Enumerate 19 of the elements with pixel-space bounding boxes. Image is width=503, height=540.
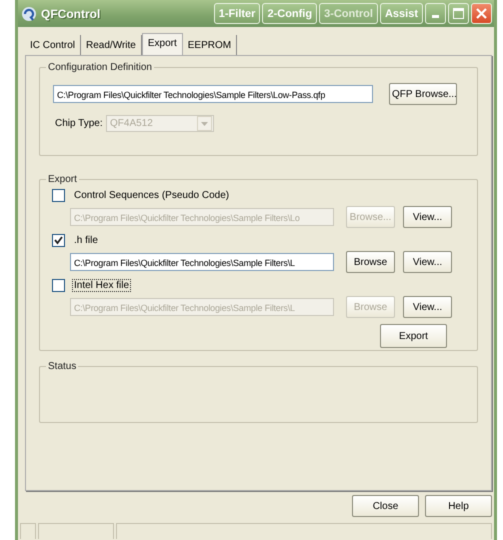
group-title: Status [47, 361, 78, 372]
field-label: Chip Type: [55, 118, 104, 129]
tab[interactable]: Export [142, 33, 183, 55]
group-title: Configuration Definition [47, 62, 153, 73]
browse-button[interactable]: QFP Browse... [389, 83, 457, 105]
group-title: Export [47, 174, 78, 185]
view-button[interactable]: View... [403, 251, 452, 273]
file-path-field[interactable]: C:\Program Files\Quickfilter Technologies\Sample Filters\L [70, 253, 334, 271]
browse-button[interactable]: Browse [346, 251, 395, 273]
checkbox-label[interactable]: Control Sequences (Pseudo Code) [73, 190, 230, 200]
file-path-field[interactable]: C:\Program Files\Quickfilter Technologies\Sample Filters\Low-Pass.qfp [53, 85, 373, 103]
dialog-button[interactable]: Close [352, 495, 419, 517]
view-button[interactable]: View... [403, 206, 452, 228]
checkbox-label[interactable]: .h file [73, 234, 99, 246]
window-title: QFControl [41, 6, 102, 20]
checkbox-label[interactable]: Intel Hex file [73, 280, 130, 290]
export-button[interactable]: Export [380, 324, 447, 348]
dialog-button[interactable]: Help [425, 495, 492, 517]
view-button[interactable]: View... [403, 296, 452, 318]
